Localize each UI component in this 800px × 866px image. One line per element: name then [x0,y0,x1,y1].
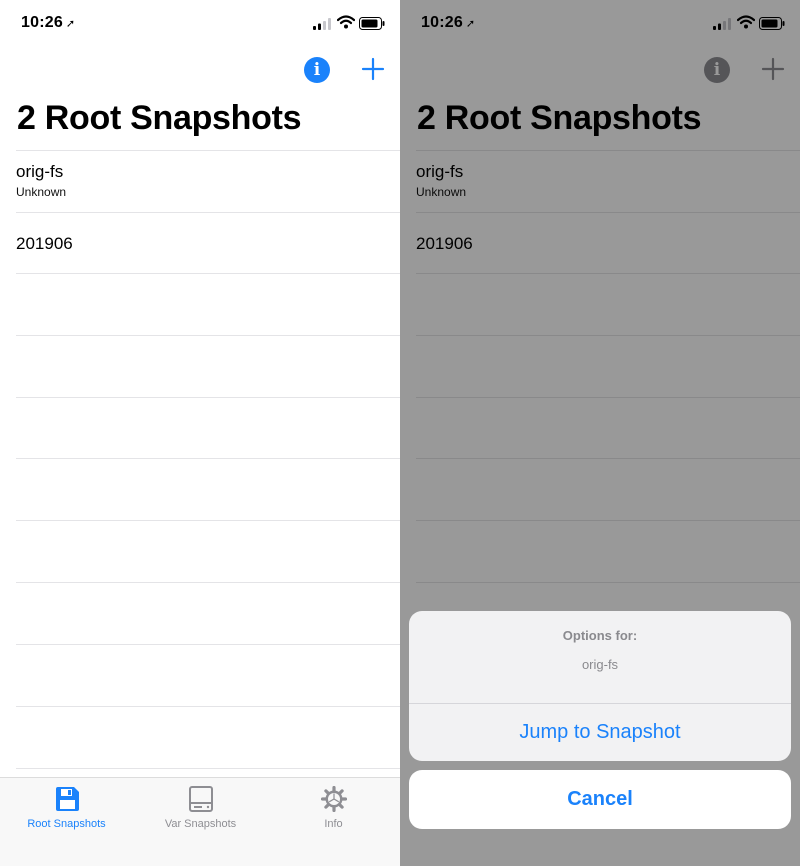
row-title: orig-fs [16,162,64,181]
page-title: 2 Root Snapshots [17,99,302,137]
snapshot-row-orig-fs[interactable]: orig-fs Unknown [0,151,400,212]
snapshot-row-201906[interactable]: 201906 [0,213,400,274]
row-separator [16,458,400,459]
row-separator [16,397,400,398]
info-button[interactable]: i [304,57,330,83]
status-time-text: 10:26 [21,14,63,31]
row-separator [16,706,400,707]
tab-label: Root Snapshots [27,818,106,830]
tab-label: Var Snapshots [164,818,237,830]
tab-root-snapshots[interactable]: Root Snapshots [0,778,133,838]
screenshot-stage: 10:26 ➚ i 2 Root Snapshots orig-fs Unkno… [0,0,800,866]
battery-icon [359,17,385,30]
tab-info[interactable]: Info [267,778,400,838]
add-button[interactable] [360,56,386,82]
row-separator [16,335,400,336]
tab-var-snapshots[interactable]: Var Snapshots [134,778,267,838]
wifi-icon [337,15,355,29]
row-separator [16,520,400,521]
action-sheet-message: orig-fs [581,657,619,672]
cancel-button[interactable]: Cancel [409,770,791,829]
jump-to-snapshot-button[interactable]: Jump to Snapshot [409,704,791,761]
status-bar: 10:26 ➚ [0,0,400,50]
tab-bar: Root Snapshots Var Snapshots Info [0,777,400,866]
row-separator [16,644,400,645]
phone-screen-left: 10:26 ➚ i 2 Root Snapshots orig-fs Unkno… [0,0,400,866]
action-sheet: Options for: orig-fs Jump to Snapshot [409,611,791,761]
row-title: 201906 [16,234,73,253]
cellular-signal-icon [313,18,331,30]
action-sheet-title: Options for: [562,628,638,643]
status-time: 10:26 ➚ [21,14,75,32]
tab-label: Info [324,818,343,830]
floppy-disk-icon [55,787,79,811]
row-separator [16,768,400,769]
location-arrow-icon: ➚ [65,18,76,30]
row-separator [16,273,400,274]
row-subtitle: Unknown [16,185,67,199]
row-separator [16,582,400,583]
gear-icon [320,786,347,812]
drive-icon [188,786,213,812]
